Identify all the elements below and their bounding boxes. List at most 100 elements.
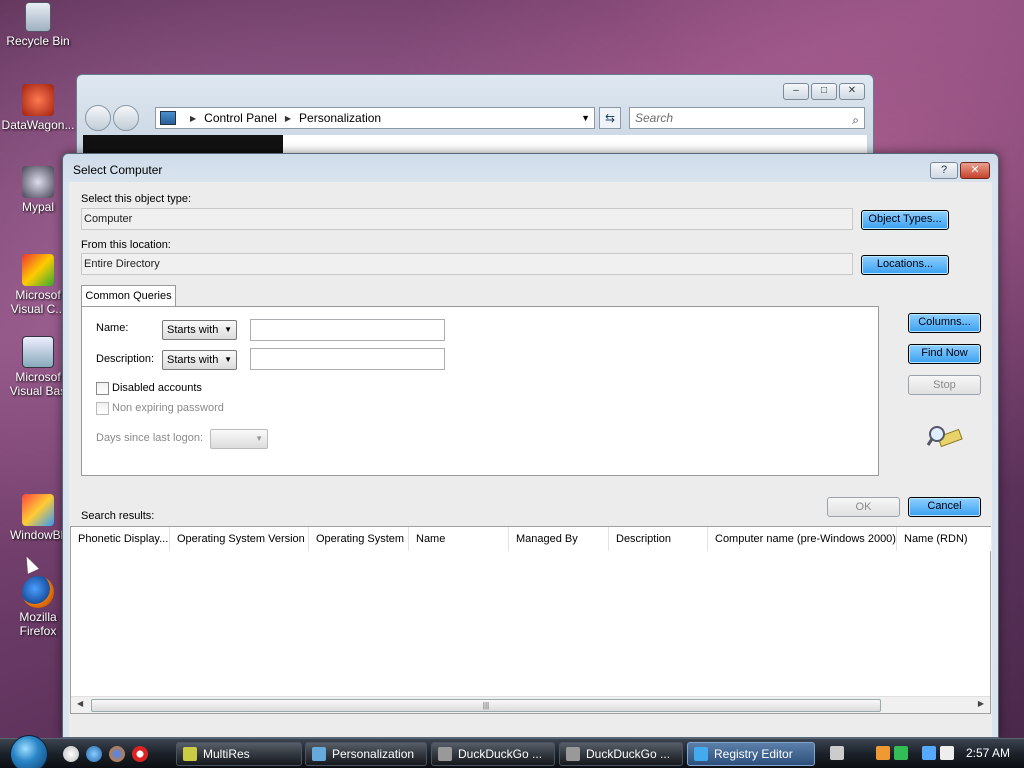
- personalization-icon: [312, 747, 326, 761]
- column-header-os-version[interactable]: Operating System Version: [170, 527, 309, 551]
- dialog-client-area: Select this object type: Computer Object…: [69, 182, 992, 737]
- name-input[interactable]: [250, 319, 445, 341]
- task-button-duckduckgo-1[interactable]: DuckDuckGo ...: [431, 742, 555, 766]
- horizontal-scrollbar[interactable]: ◀ ||| ▶: [71, 696, 990, 713]
- firefox-icon[interactable]: [109, 746, 125, 762]
- refresh-icon[interactable]: ⇆: [599, 107, 621, 129]
- column-header-name-rdn[interactable]: Name (RDN): [897, 527, 991, 551]
- description-input[interactable]: [250, 348, 445, 370]
- recycle-bin-icon: [25, 2, 51, 32]
- start-button[interactable]: [10, 735, 48, 768]
- columns-button[interactable]: Columns...: [908, 313, 981, 333]
- disabled-accounts-checkbox[interactable]: [96, 382, 109, 395]
- registry-editor-icon: [694, 747, 708, 761]
- opera-icon[interactable]: [132, 746, 148, 762]
- task-button-duckduckgo-2[interactable]: DuckDuckGo ...: [559, 742, 683, 766]
- datawagon-icon: [22, 84, 54, 116]
- breadcrumb-control-panel[interactable]: Control Panel: [204, 111, 277, 125]
- non-expiring-password-label: Non expiring password: [112, 402, 224, 414]
- tab-common-queries[interactable]: Common Queries: [81, 285, 176, 307]
- quick-launch-icon[interactable]: [63, 746, 79, 762]
- breadcrumb-separator-icon: ▶: [190, 113, 197, 123]
- days-since-logon-select[interactable]: ▼: [210, 429, 268, 449]
- dialog-window-controls: ? ✕: [930, 162, 990, 179]
- help-button[interactable]: ?: [930, 162, 958, 179]
- description-label: Description:: [96, 353, 155, 365]
- security-icon[interactable]: [894, 746, 908, 760]
- close-button[interactable]: ✕: [960, 162, 990, 179]
- non-expiring-password-checkbox[interactable]: [96, 402, 109, 415]
- select-computer-dialog: Select Computer ? ✕ Select this object t…: [62, 153, 999, 738]
- description-mode-select[interactable]: Starts with ▼: [162, 350, 237, 370]
- column-header-managed-by[interactable]: Managed By: [509, 527, 609, 551]
- ok-button[interactable]: OK: [827, 497, 900, 517]
- internet-explorer-icon[interactable]: [86, 746, 102, 762]
- system-tray: [824, 739, 984, 768]
- multires-icon: [183, 747, 197, 761]
- desktop-icon-label: Recycle Bin: [6, 34, 70, 48]
- mypal-icon: [22, 166, 54, 198]
- browser-icon: [566, 747, 580, 761]
- breadcrumb-personalization[interactable]: Personalization: [299, 111, 381, 125]
- desktop-icon-label: DataWagon...: [1, 118, 75, 132]
- explorer-window: – □ ✕ ▶ Control Panel ▶ Personalization …: [76, 74, 874, 164]
- clock[interactable]: 2:57 AM: [966, 746, 1010, 760]
- column-header-os[interactable]: Operating System: [309, 527, 409, 551]
- windowblinds-icon: [22, 494, 54, 526]
- volume-muted-icon[interactable]: [940, 746, 954, 760]
- find-now-button[interactable]: Find Now: [908, 344, 981, 364]
- task-label: DuckDuckGo ...: [458, 747, 543, 761]
- breadcrumb-separator-icon: ▶: [284, 113, 292, 123]
- desktop-icon-recycle-bin[interactable]: Recycle Bin: [0, 2, 76, 48]
- firefox-icon: [22, 576, 54, 608]
- visual-basic-icon: [22, 336, 54, 368]
- task-label: Registry Editor: [714, 747, 793, 761]
- location-label: From this location:: [81, 239, 171, 251]
- disabled-accounts-label[interactable]: Disabled accounts: [112, 382, 202, 394]
- locations-button[interactable]: Locations...: [861, 255, 949, 275]
- object-types-button[interactable]: Object Types...: [861, 210, 949, 230]
- object-type-label: Select this object type:: [81, 193, 192, 205]
- column-header-phonetic-display[interactable]: Phonetic Display...: [71, 527, 170, 551]
- column-header-name[interactable]: Name: [409, 527, 509, 551]
- column-header-description[interactable]: Description: [609, 527, 708, 551]
- column-header-computer-name-pre2000[interactable]: Computer name (pre-Windows 2000): [708, 527, 897, 551]
- name-label: Name:: [96, 322, 129, 334]
- scrollbar-thumb[interactable]: |||: [91, 699, 881, 712]
- dialog-title: Select Computer: [73, 163, 163, 177]
- scroll-left-icon[interactable]: ◀: [77, 699, 83, 708]
- cancel-button[interactable]: Cancel: [908, 497, 981, 517]
- chevron-down-icon[interactable]: ▼: [581, 113, 590, 123]
- description-mode-value: Starts with: [167, 354, 219, 366]
- visual-c-icon: [22, 254, 54, 286]
- tray-app-icon[interactable]: [876, 746, 890, 760]
- days-since-logon-label: Days since last logon:: [96, 432, 203, 444]
- task-button-multires[interactable]: MultiRes: [176, 742, 302, 766]
- desktop-icon-datawagon[interactable]: DataWagon...: [0, 84, 76, 132]
- chevron-down-icon: ▼: [255, 434, 263, 443]
- address-bar[interactable]: ▶ Control Panel ▶ Personalization ▼: [155, 107, 595, 129]
- search-input[interactable]: Search ⌕: [629, 107, 865, 129]
- browser-icon: [438, 747, 452, 761]
- task-button-personalization[interactable]: Personalization: [305, 742, 427, 766]
- network-icon[interactable]: [922, 746, 936, 760]
- control-panel-icon: [160, 111, 176, 125]
- minimize-button[interactable]: –: [783, 83, 809, 100]
- close-button[interactable]: ✕: [839, 83, 865, 100]
- task-button-registry-editor[interactable]: Registry Editor: [687, 742, 815, 766]
- task-label: Personalization: [332, 747, 415, 761]
- search-icon[interactable]: ⌕: [852, 110, 859, 130]
- object-type-field: Computer: [81, 208, 853, 230]
- forward-button[interactable]: [113, 105, 139, 131]
- scroll-right-icon[interactable]: ▶: [978, 699, 984, 708]
- search-results-label: Search results:: [81, 510, 155, 522]
- search-results-list[interactable]: Phonetic Display... Operating System Ver…: [70, 526, 991, 714]
- location-field: Entire Directory: [81, 253, 853, 275]
- maximize-button[interactable]: □: [811, 83, 837, 100]
- pen-icon[interactable]: [830, 746, 844, 760]
- stop-button[interactable]: Stop: [908, 375, 981, 395]
- name-mode-select[interactable]: Starts with ▼: [162, 320, 237, 340]
- common-queries-panel: Name: Starts with ▼ Description: Starts …: [81, 306, 879, 476]
- task-label: MultiRes: [203, 747, 250, 761]
- back-button[interactable]: [85, 105, 111, 131]
